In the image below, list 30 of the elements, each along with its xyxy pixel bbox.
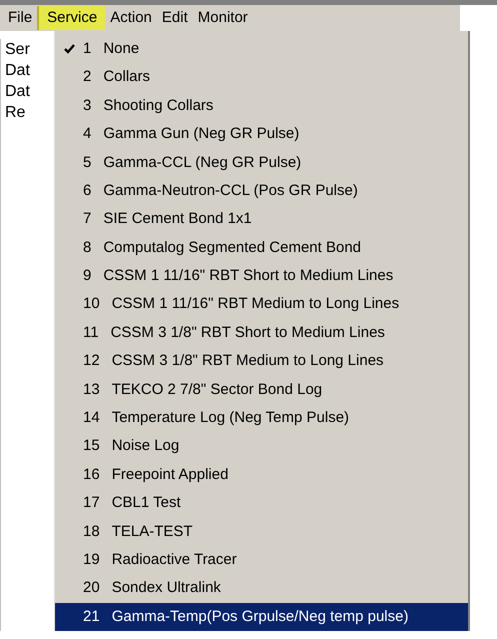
menu-item[interactable]: Monitor	[192, 6, 253, 30]
menu-option[interactable]: 19 Radioactive Tracer	[55, 546, 468, 574]
menu-option[interactable]: 10 CSSM 1 11/16" RBT Medium to Long Lines	[55, 290, 468, 319]
menu-option[interactable]: 20 Sondex Ultralink	[55, 574, 468, 603]
menu-option[interactable]: 15 Noise Log	[55, 432, 468, 461]
menu-option[interactable]: 18 TELA-TEST	[55, 518, 468, 546]
menu-item[interactable]: Edit	[156, 6, 193, 30]
menu-option[interactable]: 9 CSSM 1 11/16" RBT Short to Medium Lines	[55, 262, 468, 291]
menu-option[interactable]: 6 Gamma-Neutron-CCL (Pos GR Pulse)	[55, 176, 468, 206]
menu-item[interactable]: Service	[37, 6, 106, 30]
menu-option[interactable]: 17 CBL1 Test	[55, 489, 468, 518]
field-label: Re	[5, 103, 26, 123]
menu-option[interactable]: 13 TEKCO 2 7/8" Sector Bond Log	[55, 376, 468, 404]
menu-option[interactable]: 5 Gamma-CCL (Neg GR Pulse)	[55, 148, 468, 177]
menu-option[interactable]: 12 CSSM 3 1/8" RBT Medium to Long Lines	[55, 347, 468, 376]
menu-item[interactable]: File	[3, 6, 38, 30]
menu-option[interactable]: 3 Shooting Collars	[55, 92, 468, 120]
menu-option[interactable]: 16 Freepoint Applied	[55, 460, 468, 490]
menu-option[interactable]: 4 Gamma Gun (Neg GR Pulse)	[55, 120, 468, 149]
menu-option[interactable]: 1 None	[55, 35, 468, 64]
menu-option[interactable]: 7 SIE Cement Bond 1x1	[55, 205, 468, 234]
menu-option[interactable]: 11 CSSM 3 1/8" RBT Short to Medium Lines	[55, 318, 468, 348]
menu-option[interactable]: 21 Gamma-Temp(Pos Grpulse/Neg temp pulse)	[55, 602, 468, 632]
menu-option[interactable]: 14 Temperature Log (Neg Temp Pulse)	[55, 404, 468, 432]
menu-option[interactable]: 2 Collars	[55, 63, 468, 92]
menu-option[interactable]: 8 Computalog Segmented Cement Bond	[55, 234, 468, 262]
field-label: Dat	[5, 82, 31, 102]
field-label: Dat	[5, 61, 31, 81]
field-label: Ser	[5, 40, 31, 60]
menu-item[interactable]: Action	[105, 6, 157, 30]
